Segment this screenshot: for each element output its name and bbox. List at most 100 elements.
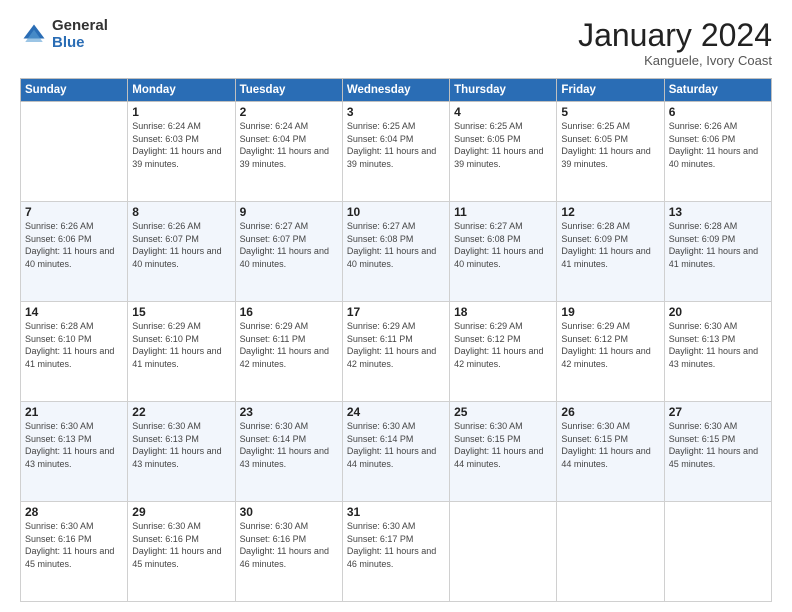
day-info: Sunrise: 6:29 AMSunset: 6:12 PMDaylight:… [454, 320, 552, 370]
calendar-cell: 25Sunrise: 6:30 AMSunset: 6:15 PMDayligh… [450, 402, 557, 502]
day-number: 3 [347, 105, 445, 119]
calendar-cell: 24Sunrise: 6:30 AMSunset: 6:14 PMDayligh… [342, 402, 449, 502]
day-info: Sunrise: 6:29 AMSunset: 6:11 PMDaylight:… [240, 320, 338, 370]
day-number: 16 [240, 305, 338, 319]
calendar-cell [557, 502, 664, 602]
day-info: Sunrise: 6:26 AMSunset: 6:06 PMDaylight:… [669, 120, 767, 170]
calendar-cell: 17Sunrise: 6:29 AMSunset: 6:11 PMDayligh… [342, 302, 449, 402]
calendar-cell: 21Sunrise: 6:30 AMSunset: 6:13 PMDayligh… [21, 402, 128, 502]
logo-icon [20, 21, 48, 49]
day-info: Sunrise: 6:30 AMSunset: 6:13 PMDaylight:… [669, 320, 767, 370]
day-info: Sunrise: 6:30 AMSunset: 6:16 PMDaylight:… [240, 520, 338, 570]
day-number: 25 [454, 405, 552, 419]
day-info: Sunrise: 6:29 AMSunset: 6:10 PMDaylight:… [132, 320, 230, 370]
day-number: 21 [25, 405, 123, 419]
calendar-week-row: 21Sunrise: 6:30 AMSunset: 6:13 PMDayligh… [21, 402, 772, 502]
calendar-cell: 12Sunrise: 6:28 AMSunset: 6:09 PMDayligh… [557, 202, 664, 302]
calendar-cell: 13Sunrise: 6:28 AMSunset: 6:09 PMDayligh… [664, 202, 771, 302]
day-info: Sunrise: 6:29 AMSunset: 6:11 PMDaylight:… [347, 320, 445, 370]
day-number: 20 [669, 305, 767, 319]
day-number: 31 [347, 505, 445, 519]
calendar-week-row: 14Sunrise: 6:28 AMSunset: 6:10 PMDayligh… [21, 302, 772, 402]
day-info: Sunrise: 6:30 AMSunset: 6:13 PMDaylight:… [132, 420, 230, 470]
calendar-cell: 3Sunrise: 6:25 AMSunset: 6:04 PMDaylight… [342, 102, 449, 202]
day-number: 5 [561, 105, 659, 119]
day-info: Sunrise: 6:28 AMSunset: 6:10 PMDaylight:… [25, 320, 123, 370]
day-number: 12 [561, 205, 659, 219]
weekday-header-saturday: Saturday [664, 79, 771, 102]
day-number: 28 [25, 505, 123, 519]
day-number: 27 [669, 405, 767, 419]
calendar-week-row: 1Sunrise: 6:24 AMSunset: 6:03 PMDaylight… [21, 102, 772, 202]
calendar-cell: 7Sunrise: 6:26 AMSunset: 6:06 PMDaylight… [21, 202, 128, 302]
logo-general: General [52, 18, 108, 35]
day-info: Sunrise: 6:30 AMSunset: 6:15 PMDaylight:… [669, 420, 767, 470]
calendar-cell: 29Sunrise: 6:30 AMSunset: 6:16 PMDayligh… [128, 502, 235, 602]
day-number: 19 [561, 305, 659, 319]
day-number: 13 [669, 205, 767, 219]
day-info: Sunrise: 6:25 AMSunset: 6:04 PMDaylight:… [347, 120, 445, 170]
day-number: 14 [25, 305, 123, 319]
day-number: 29 [132, 505, 230, 519]
weekday-header-row: SundayMondayTuesdayWednesdayThursdayFrid… [21, 79, 772, 102]
logo: General Blue [20, 18, 108, 51]
calendar-cell: 26Sunrise: 6:30 AMSunset: 6:15 PMDayligh… [557, 402, 664, 502]
calendar-cell: 6Sunrise: 6:26 AMSunset: 6:06 PMDaylight… [664, 102, 771, 202]
day-number: 8 [132, 205, 230, 219]
calendar-cell: 14Sunrise: 6:28 AMSunset: 6:10 PMDayligh… [21, 302, 128, 402]
title-block: January 2024 Kanguele, Ivory Coast [578, 18, 772, 68]
calendar-cell: 2Sunrise: 6:24 AMSunset: 6:04 PMDaylight… [235, 102, 342, 202]
weekday-header-sunday: Sunday [21, 79, 128, 102]
day-info: Sunrise: 6:30 AMSunset: 6:13 PMDaylight:… [25, 420, 123, 470]
location-subtitle: Kanguele, Ivory Coast [578, 53, 772, 68]
page-header: General Blue January 2024 Kanguele, Ivor… [20, 18, 772, 68]
day-info: Sunrise: 6:27 AMSunset: 6:07 PMDaylight:… [240, 220, 338, 270]
day-info: Sunrise: 6:26 AMSunset: 6:07 PMDaylight:… [132, 220, 230, 270]
day-info: Sunrise: 6:27 AMSunset: 6:08 PMDaylight:… [347, 220, 445, 270]
day-number: 24 [347, 405, 445, 419]
weekday-header-thursday: Thursday [450, 79, 557, 102]
day-number: 10 [347, 205, 445, 219]
calendar-cell: 9Sunrise: 6:27 AMSunset: 6:07 PMDaylight… [235, 202, 342, 302]
day-info: Sunrise: 6:24 AMSunset: 6:04 PMDaylight:… [240, 120, 338, 170]
day-info: Sunrise: 6:28 AMSunset: 6:09 PMDaylight:… [669, 220, 767, 270]
day-number: 22 [132, 405, 230, 419]
calendar-cell: 22Sunrise: 6:30 AMSunset: 6:13 PMDayligh… [128, 402, 235, 502]
calendar-week-row: 28Sunrise: 6:30 AMSunset: 6:16 PMDayligh… [21, 502, 772, 602]
day-number: 2 [240, 105, 338, 119]
day-info: Sunrise: 6:30 AMSunset: 6:16 PMDaylight:… [25, 520, 123, 570]
calendar-cell: 31Sunrise: 6:30 AMSunset: 6:17 PMDayligh… [342, 502, 449, 602]
day-info: Sunrise: 6:26 AMSunset: 6:06 PMDaylight:… [25, 220, 123, 270]
calendar-week-row: 7Sunrise: 6:26 AMSunset: 6:06 PMDaylight… [21, 202, 772, 302]
day-info: Sunrise: 6:30 AMSunset: 6:14 PMDaylight:… [240, 420, 338, 470]
day-info: Sunrise: 6:30 AMSunset: 6:15 PMDaylight:… [454, 420, 552, 470]
calendar-cell: 10Sunrise: 6:27 AMSunset: 6:08 PMDayligh… [342, 202, 449, 302]
day-number: 4 [454, 105, 552, 119]
day-number: 11 [454, 205, 552, 219]
calendar-cell [21, 102, 128, 202]
day-number: 17 [347, 305, 445, 319]
day-number: 15 [132, 305, 230, 319]
logo-text: General Blue [52, 18, 108, 51]
day-info: Sunrise: 6:25 AMSunset: 6:05 PMDaylight:… [561, 120, 659, 170]
day-info: Sunrise: 6:30 AMSunset: 6:15 PMDaylight:… [561, 420, 659, 470]
calendar-cell: 18Sunrise: 6:29 AMSunset: 6:12 PMDayligh… [450, 302, 557, 402]
day-info: Sunrise: 6:30 AMSunset: 6:16 PMDaylight:… [132, 520, 230, 570]
calendar-cell: 5Sunrise: 6:25 AMSunset: 6:05 PMDaylight… [557, 102, 664, 202]
day-number: 7 [25, 205, 123, 219]
day-number: 6 [669, 105, 767, 119]
day-info: Sunrise: 6:24 AMSunset: 6:03 PMDaylight:… [132, 120, 230, 170]
calendar-cell: 1Sunrise: 6:24 AMSunset: 6:03 PMDaylight… [128, 102, 235, 202]
calendar-cell: 27Sunrise: 6:30 AMSunset: 6:15 PMDayligh… [664, 402, 771, 502]
calendar-cell [450, 502, 557, 602]
calendar-table: SundayMondayTuesdayWednesdayThursdayFrid… [20, 78, 772, 602]
calendar-cell: 15Sunrise: 6:29 AMSunset: 6:10 PMDayligh… [128, 302, 235, 402]
calendar-cell: 11Sunrise: 6:27 AMSunset: 6:08 PMDayligh… [450, 202, 557, 302]
calendar-page: General Blue January 2024 Kanguele, Ivor… [0, 0, 792, 612]
logo-blue: Blue [52, 35, 108, 52]
calendar-cell: 30Sunrise: 6:30 AMSunset: 6:16 PMDayligh… [235, 502, 342, 602]
day-info: Sunrise: 6:27 AMSunset: 6:08 PMDaylight:… [454, 220, 552, 270]
day-info: Sunrise: 6:30 AMSunset: 6:17 PMDaylight:… [347, 520, 445, 570]
weekday-header-friday: Friday [557, 79, 664, 102]
day-info: Sunrise: 6:28 AMSunset: 6:09 PMDaylight:… [561, 220, 659, 270]
